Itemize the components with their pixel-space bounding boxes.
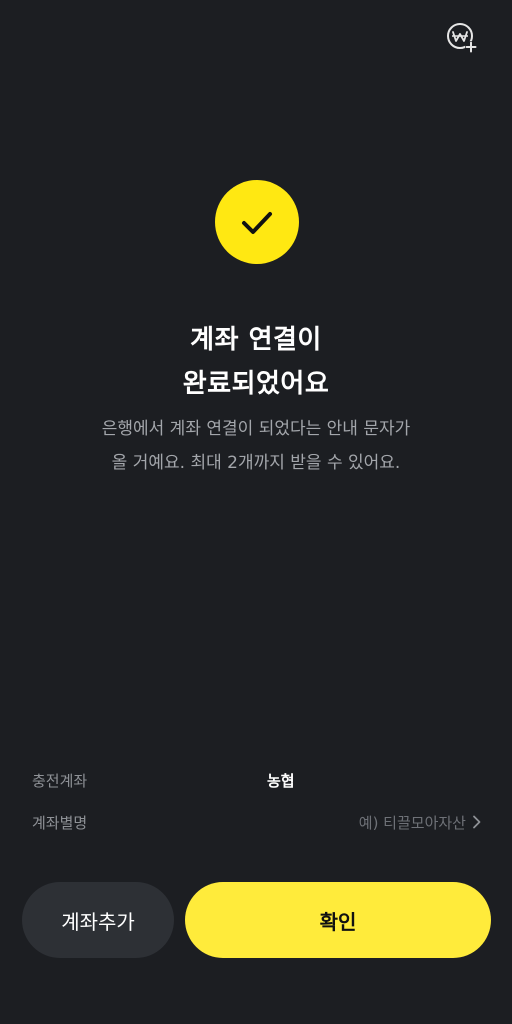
confirm-button[interactable]: 확인 <box>185 882 491 958</box>
title-line-1: 계좌 연결이 <box>190 325 322 355</box>
account-alias-field[interactable]: 예) 티끌모아자산 <box>359 812 482 833</box>
title-line-2: 완료되었어요 <box>182 369 330 399</box>
charge-account-row: 충전계좌 농협 <box>32 765 482 795</box>
account-alias-row: 계좌별명 예) 티끌모아자산 <box>32 807 482 837</box>
won-plus-icon[interactable] <box>445 21 479 55</box>
desc-line-1: 은행에서 계좌 연결이 되었다는 안내 문자가 <box>101 419 411 439</box>
charge-account-label: 충전계좌 <box>32 771 88 790</box>
account-alias-placeholder: 예) 티끌모아자산 <box>358 813 466 832</box>
chevron-right-icon <box>473 815 481 829</box>
page-title: 계좌 연결이 완료되었어요 <box>0 318 512 406</box>
check-icon <box>242 212 272 234</box>
success-badge <box>215 180 299 264</box>
charge-account-value: 농협 <box>267 771 295 790</box>
account-alias-label: 계좌별명 <box>32 813 88 832</box>
desc-line-2: 올 거예요. 최대 2개까지 받을 수 있어요. <box>111 453 401 473</box>
add-account-button[interactable]: 계좌추가 <box>22 882 174 958</box>
description: 은행에서 계좌 연결이 되었다는 안내 문자가 올 거예요. 최대 2개까지 받… <box>0 412 512 480</box>
